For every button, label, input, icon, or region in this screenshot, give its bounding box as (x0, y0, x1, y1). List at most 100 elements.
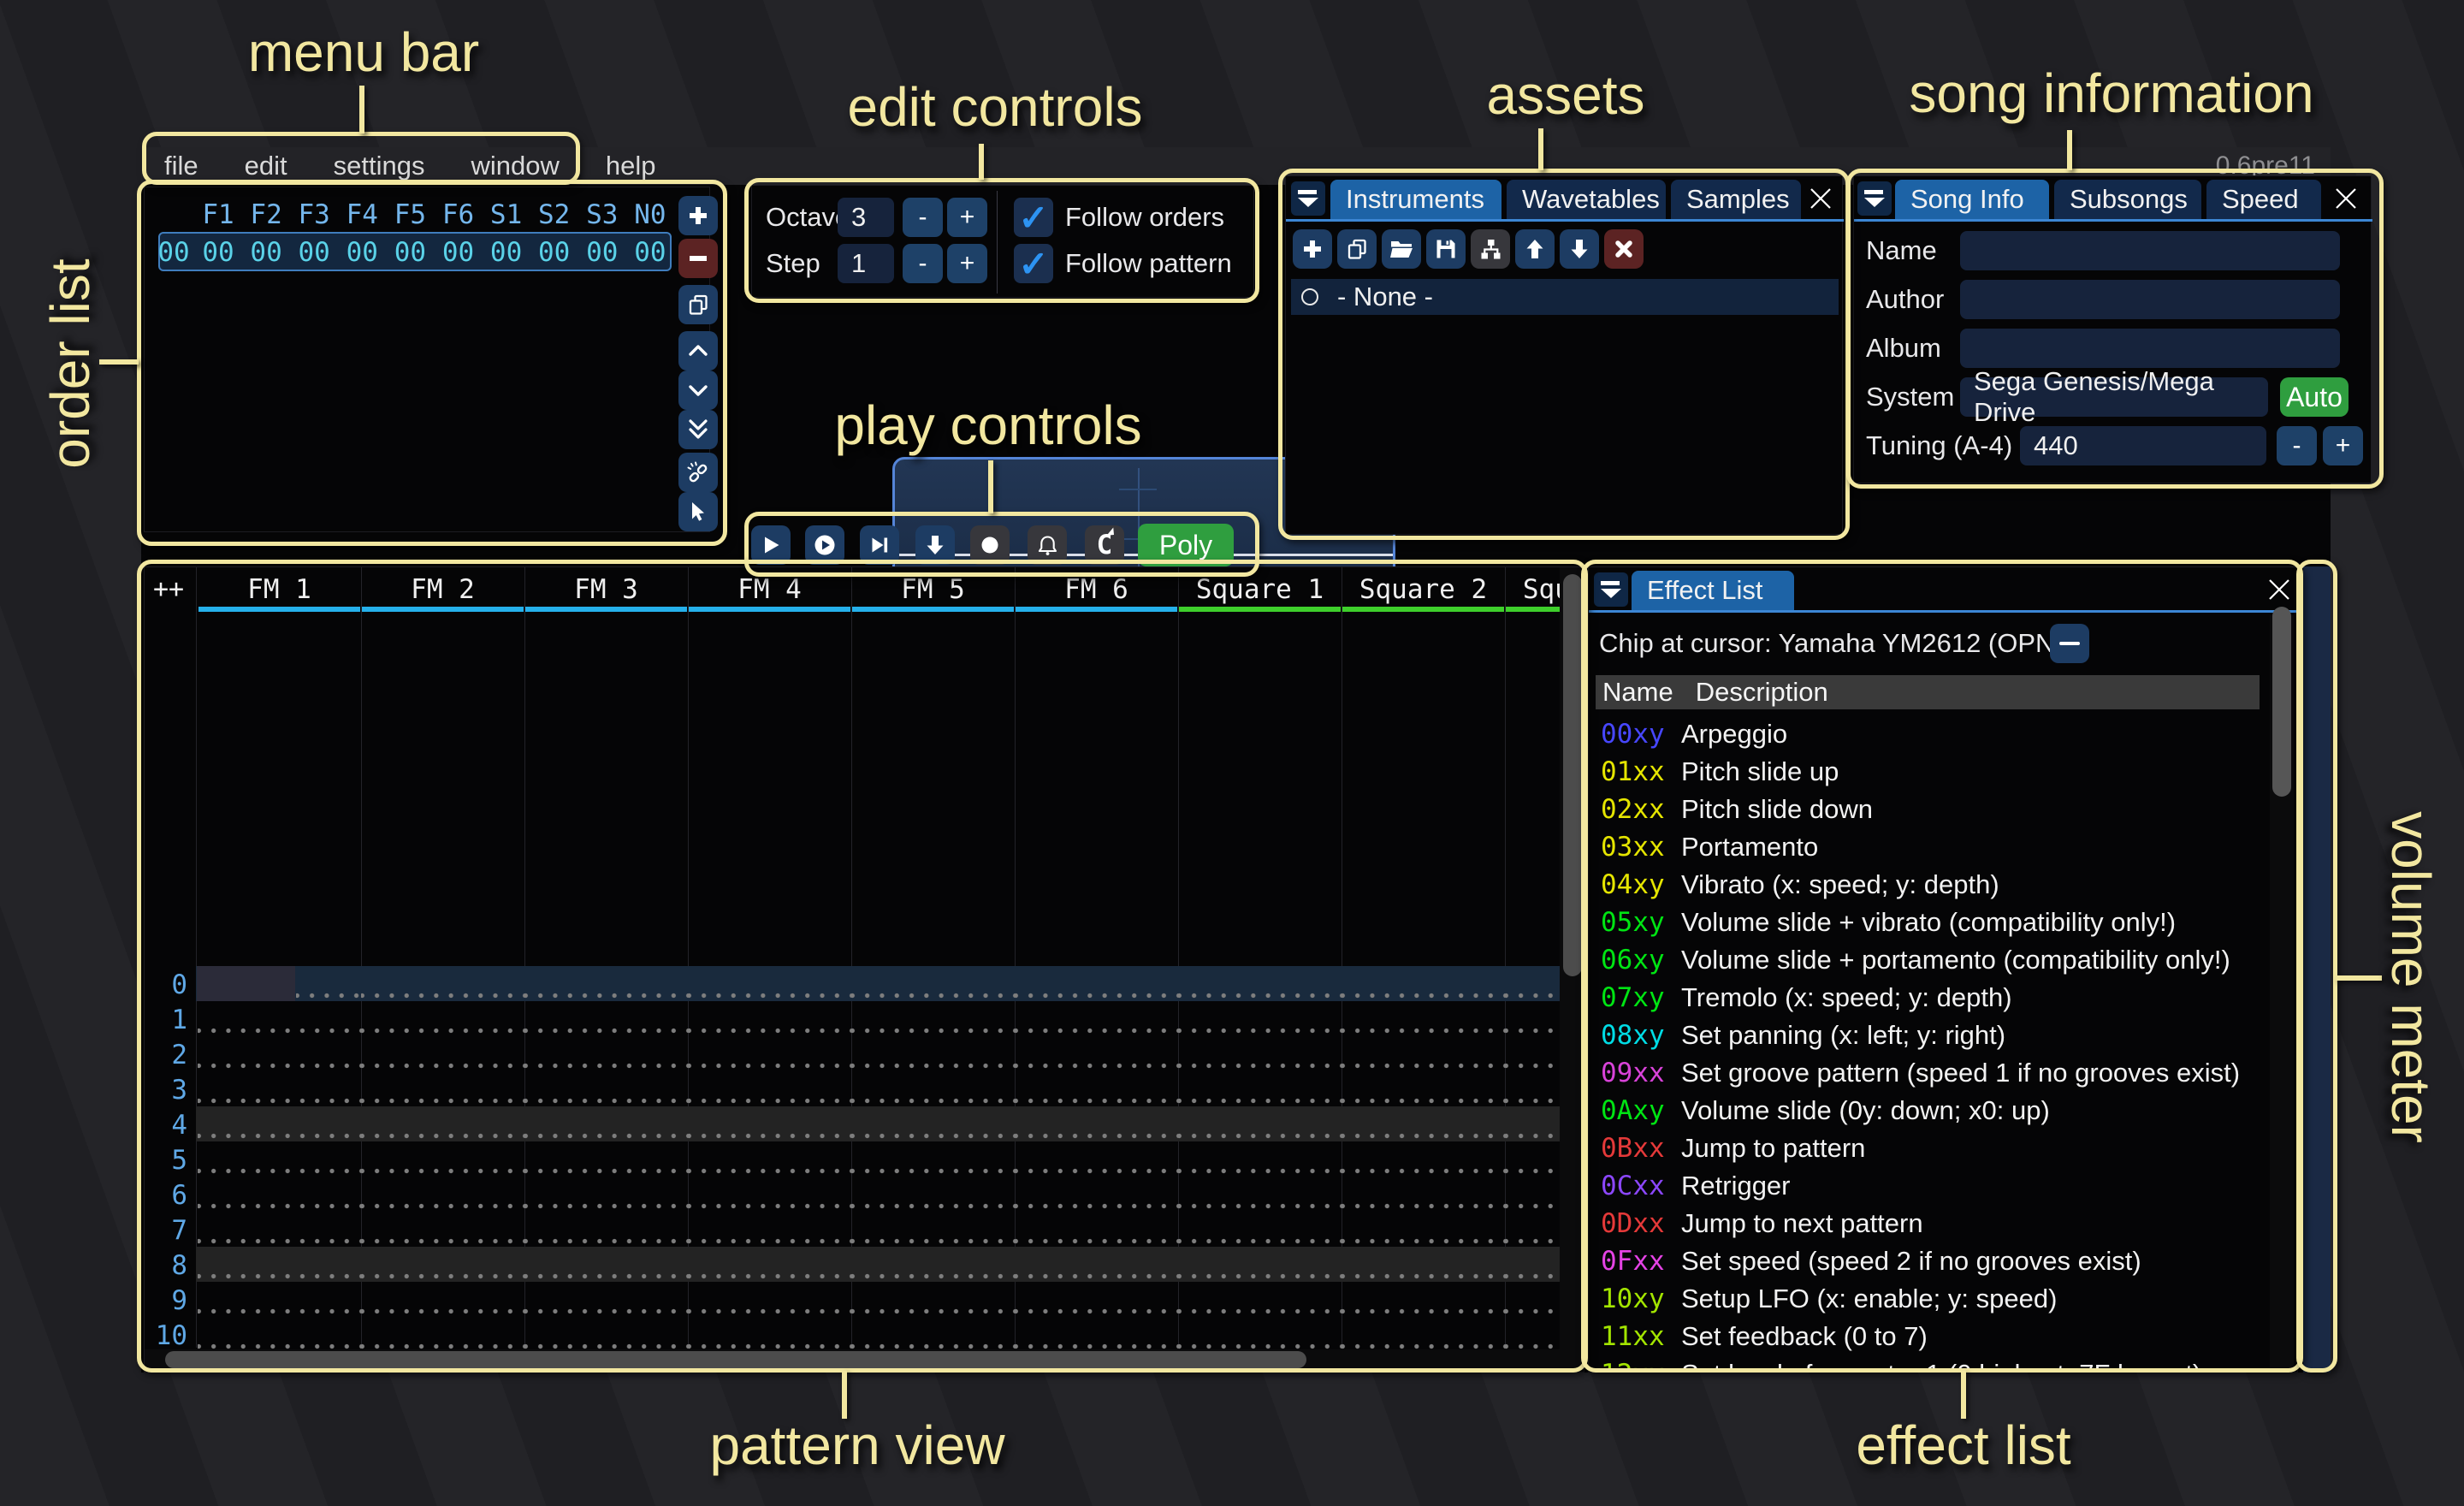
pattern-cell[interactable] (361, 966, 524, 1001)
effect-row[interactable]: 0DxxJump to next pattern (1596, 1205, 2260, 1242)
pattern-cell[interactable] (198, 1247, 361, 1282)
play-button[interactable] (751, 525, 791, 565)
pattern-cell[interactable] (1015, 966, 1178, 1001)
effect-vscrollbar-thumb[interactable] (2272, 607, 2291, 797)
song-info-tab-speed[interactable]: Speed (2206, 180, 2321, 219)
order-edit-mode-button[interactable] (678, 492, 718, 531)
pattern-cell[interactable] (198, 1177, 361, 1212)
pattern-cell[interactable] (1342, 1106, 1505, 1141)
effect-row[interactable]: 0BxxJump to pattern (1596, 1130, 2260, 1167)
menu-item-help[interactable]: help (583, 151, 679, 181)
pattern-cell[interactable] (1505, 1247, 1560, 1282)
song-info-close-button[interactable] (2330, 181, 2362, 216)
octave-plus-button[interactable]: + (947, 198, 987, 237)
pattern-cell[interactable] (688, 1317, 851, 1349)
effect-row[interactable]: 07xyTremolo (x: speed; y: depth) (1596, 979, 2260, 1017)
pattern-cell[interactable] (1178, 1177, 1342, 1212)
pattern-cell[interactable] (361, 1212, 524, 1247)
pattern-cell[interactable] (524, 1001, 688, 1036)
pattern-cell[interactable] (524, 1141, 688, 1177)
pattern-cell[interactable] (1342, 1282, 1505, 1317)
move-asset-down-button[interactable] (1560, 229, 1599, 269)
order-cell[interactable]: 00 (338, 237, 386, 268)
pattern-cell[interactable] (198, 1071, 361, 1106)
pattern-cell[interactable] (524, 966, 688, 1001)
pattern-cell[interactable] (296, 966, 361, 1001)
pattern-cell[interactable] (361, 1282, 524, 1317)
song-info-tab-song-info[interactable]: Song Info (1895, 180, 2049, 219)
menu-item-edit[interactable]: edit (222, 151, 311, 181)
menu-item-file[interactable]: file (141, 151, 222, 181)
order-cell[interactable]: 00 (435, 237, 483, 268)
effect-row[interactable]: 08xySet panning (x: left; y: right) (1596, 1017, 2260, 1054)
pattern-cell[interactable] (524, 1036, 688, 1071)
pattern-cell[interactable] (198, 1212, 361, 1247)
order-cell[interactable]: 00 (578, 237, 626, 268)
move-asset-up-button[interactable] (1515, 229, 1555, 269)
pattern-cell[interactable] (1342, 1001, 1505, 1036)
pattern-hscrollbar-thumb[interactable] (165, 1351, 1306, 1368)
pattern-cell[interactable] (688, 1071, 851, 1106)
pattern-cell[interactable] (361, 1141, 524, 1177)
menu-item-settings[interactable]: settings (311, 151, 448, 181)
author-field[interactable] (1960, 280, 2340, 319)
effect-row[interactable]: 09xxSet groove pattern (speed 1 if no gr… (1596, 1054, 2260, 1092)
pattern-cell[interactable] (1342, 1317, 1505, 1349)
pattern-cell[interactable] (361, 1247, 524, 1282)
system-auto-button[interactable]: Auto (2280, 377, 2348, 417)
pattern-cell[interactable] (1342, 1212, 1505, 1247)
effect-rows-area[interactable]: 00xyArpeggio01xxPitch slide up02xxPitch … (1596, 715, 2260, 1370)
assets-tab-samples[interactable]: Samples (1671, 180, 1801, 219)
pattern-cell[interactable] (1015, 1106, 1178, 1141)
pattern-cell[interactable] (1505, 1212, 1560, 1247)
effect-row[interactable]: 00xyArpeggio (1596, 715, 2260, 753)
play-pattern-button[interactable] (860, 525, 899, 565)
effect-row[interactable]: 0AxyVolume slide (0y: down; x0: up) (1596, 1092, 2260, 1130)
assets-collapse-button[interactable] (1291, 181, 1325, 216)
duplicate-asset-button[interactable] (1337, 229, 1377, 269)
pattern-vscrollbar-thumb[interactable] (1563, 574, 1582, 976)
effect-row[interactable]: 02xxPitch slide down (1596, 791, 2260, 828)
order-cell[interactable]: 00 (626, 237, 674, 268)
effect-list-close-button[interactable] (2263, 572, 2295, 607)
effect-list-tab-effect-list[interactable]: Effect List (1632, 571, 1794, 610)
pattern-rows-area[interactable]: 01234567891011 (145, 567, 1560, 1349)
pattern-cell[interactable] (524, 1317, 688, 1349)
pattern-cell[interactable] (198, 1141, 361, 1177)
asset-dir-mode-button[interactable] (1471, 229, 1510, 269)
pattern-cell[interactable] (1342, 1247, 1505, 1282)
pattern-cell[interactable] (1015, 1317, 1178, 1349)
effect-row[interactable]: 01xxPitch slide up (1596, 753, 2260, 791)
song-info-tab-subsongs[interactable]: Subsongs (2054, 180, 2201, 219)
order-cell[interactable]: 00 (290, 237, 338, 268)
pattern-cell[interactable] (1015, 1247, 1178, 1282)
pattern-cell[interactable] (524, 1177, 688, 1212)
octave-value[interactable]: 3 (838, 198, 894, 237)
pattern-cell[interactable] (1342, 1036, 1505, 1071)
record-button[interactable] (970, 525, 1010, 565)
pattern-cell[interactable] (688, 966, 851, 1001)
pattern-cell[interactable] (851, 1036, 1015, 1071)
pattern-cell[interactable] (1342, 966, 1505, 1001)
pattern-cell[interactable] (688, 1106, 851, 1141)
pattern-cell[interactable] (1342, 1177, 1505, 1212)
pattern-cell[interactable] (524, 1282, 688, 1317)
pattern-cell[interactable] (1178, 1247, 1342, 1282)
asset-list-item-selected[interactable]: - None - (1291, 279, 1839, 315)
pattern-cell[interactable] (1178, 1001, 1342, 1036)
order-cell[interactable]: 00 (386, 237, 434, 268)
pattern-cell[interactable] (1015, 1177, 1178, 1212)
pattern-cell[interactable] (198, 1282, 361, 1317)
pattern-cell[interactable] (851, 1282, 1015, 1317)
pattern-cell[interactable] (1505, 1141, 1560, 1177)
effect-row[interactable]: 0FxxSet speed (speed 2 if no grooves exi… (1596, 1242, 2260, 1280)
move-order-up-button[interactable] (678, 331, 718, 371)
pattern-cell[interactable] (524, 1212, 688, 1247)
tuning-plus-button[interactable]: + (2323, 426, 2363, 465)
assets-close-button[interactable] (1804, 181, 1837, 216)
pattern-cell[interactable] (361, 1317, 524, 1349)
name-field[interactable] (1960, 231, 2340, 270)
metronome-button[interactable] (1028, 525, 1067, 565)
pattern-cell[interactable] (1015, 1036, 1178, 1071)
pattern-cell[interactable] (851, 966, 1015, 1001)
